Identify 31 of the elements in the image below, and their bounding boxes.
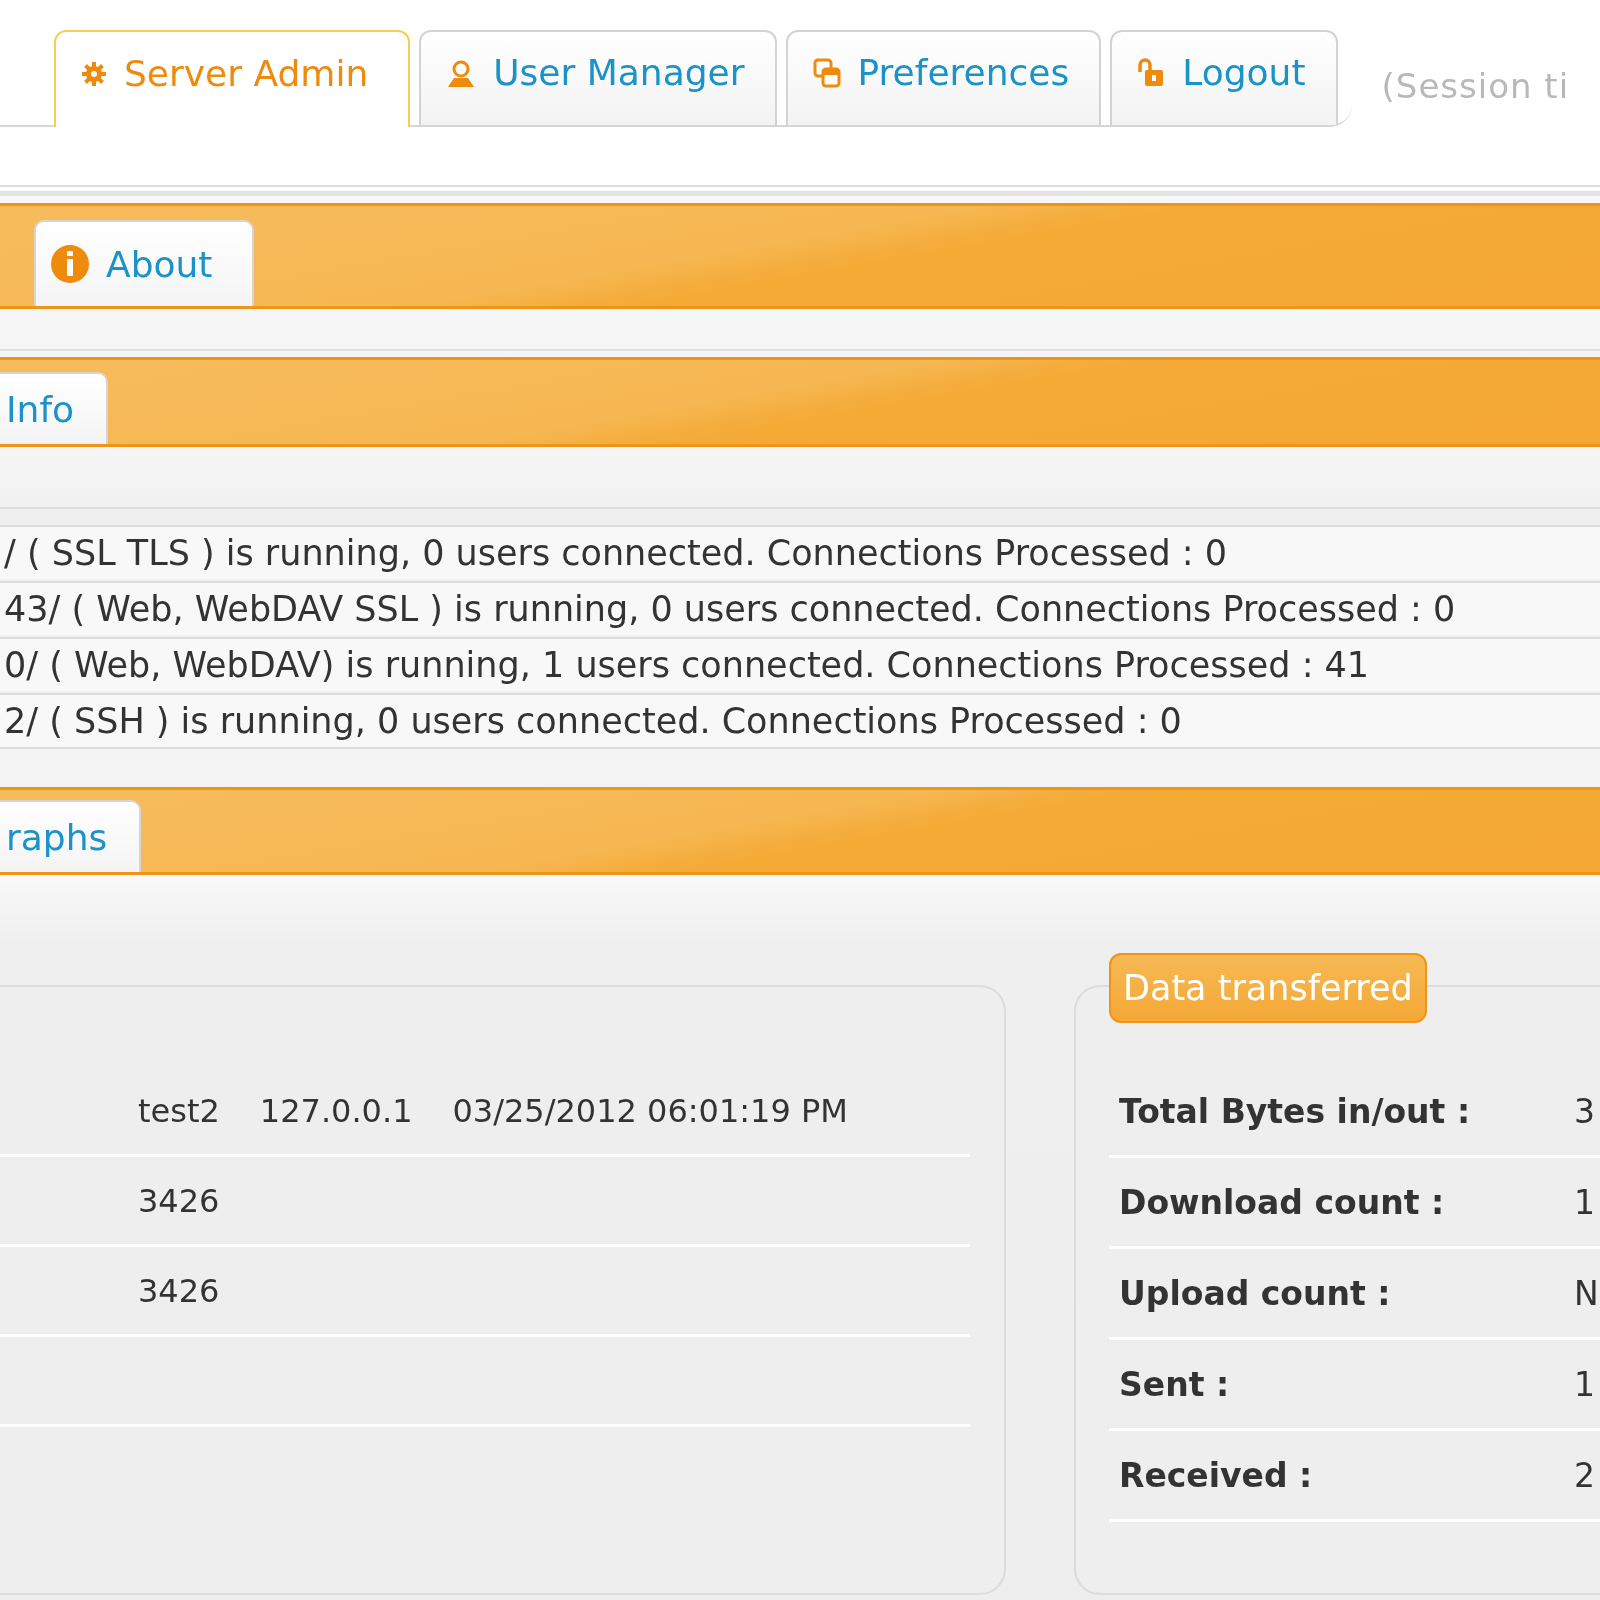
table-cell: 03/25/2012 06:01:19 PM bbox=[452, 1091, 848, 1130]
info-tab[interactable]: Info bbox=[0, 372, 109, 444]
windows-icon bbox=[811, 56, 842, 89]
nav-tab[interactable]: Preferences bbox=[785, 30, 1102, 125]
field-label: Total Bytes in/out : bbox=[1118, 1091, 1472, 1131]
status-row: / ( SSL TLS ) is running, 0 users connected. Connections Processed : 0 bbox=[0, 525, 1600, 579]
table-cell: 127.0.0.1 bbox=[259, 1091, 413, 1130]
nav-tab[interactable]: Logout bbox=[1110, 30, 1338, 125]
about-tab[interactable]: About bbox=[34, 220, 255, 306]
field-label: Sent : bbox=[1118, 1364, 1231, 1404]
field-value: 2 bbox=[1574, 1455, 1595, 1495]
field-value: 3 bbox=[1574, 1091, 1595, 1131]
nav-tab[interactable]: User Manager bbox=[419, 30, 777, 125]
field-label: Download count : bbox=[1118, 1182, 1446, 1222]
session-note: (Session ti bbox=[1381, 66, 1570, 106]
field-label: Upload count : bbox=[1118, 1273, 1392, 1313]
graphs-tab[interactable]: raphs bbox=[0, 800, 142, 872]
nav-tab[interactable]: Server Admin bbox=[54, 30, 411, 127]
status-row: 43/ ( Web, WebDAV SSL ) is running, 0 users connected. Connections Processed : 0 bbox=[0, 581, 1600, 635]
field-label: Received : bbox=[1118, 1455, 1314, 1495]
field-value: 1 bbox=[1574, 1364, 1595, 1404]
field-value: 1 bbox=[1574, 1182, 1595, 1222]
status-row: 0/ ( Web, WebDAV) is running, 1 users connected. Connections Processed : 41 bbox=[0, 637, 1600, 691]
gear-icon bbox=[80, 59, 108, 88]
status-row: 2/ ( SSH ) is running, 0 users connected. Connections Processed : 0 bbox=[0, 693, 1600, 749]
field-value: N bbox=[1574, 1273, 1599, 1313]
table-cell: test2 bbox=[138, 1091, 220, 1130]
table-cell: 3426 bbox=[138, 1181, 220, 1220]
legend-tag: Data transferred bbox=[1109, 953, 1427, 1023]
table-cell: 3426 bbox=[138, 1271, 220, 1310]
info-icon bbox=[50, 244, 90, 284]
